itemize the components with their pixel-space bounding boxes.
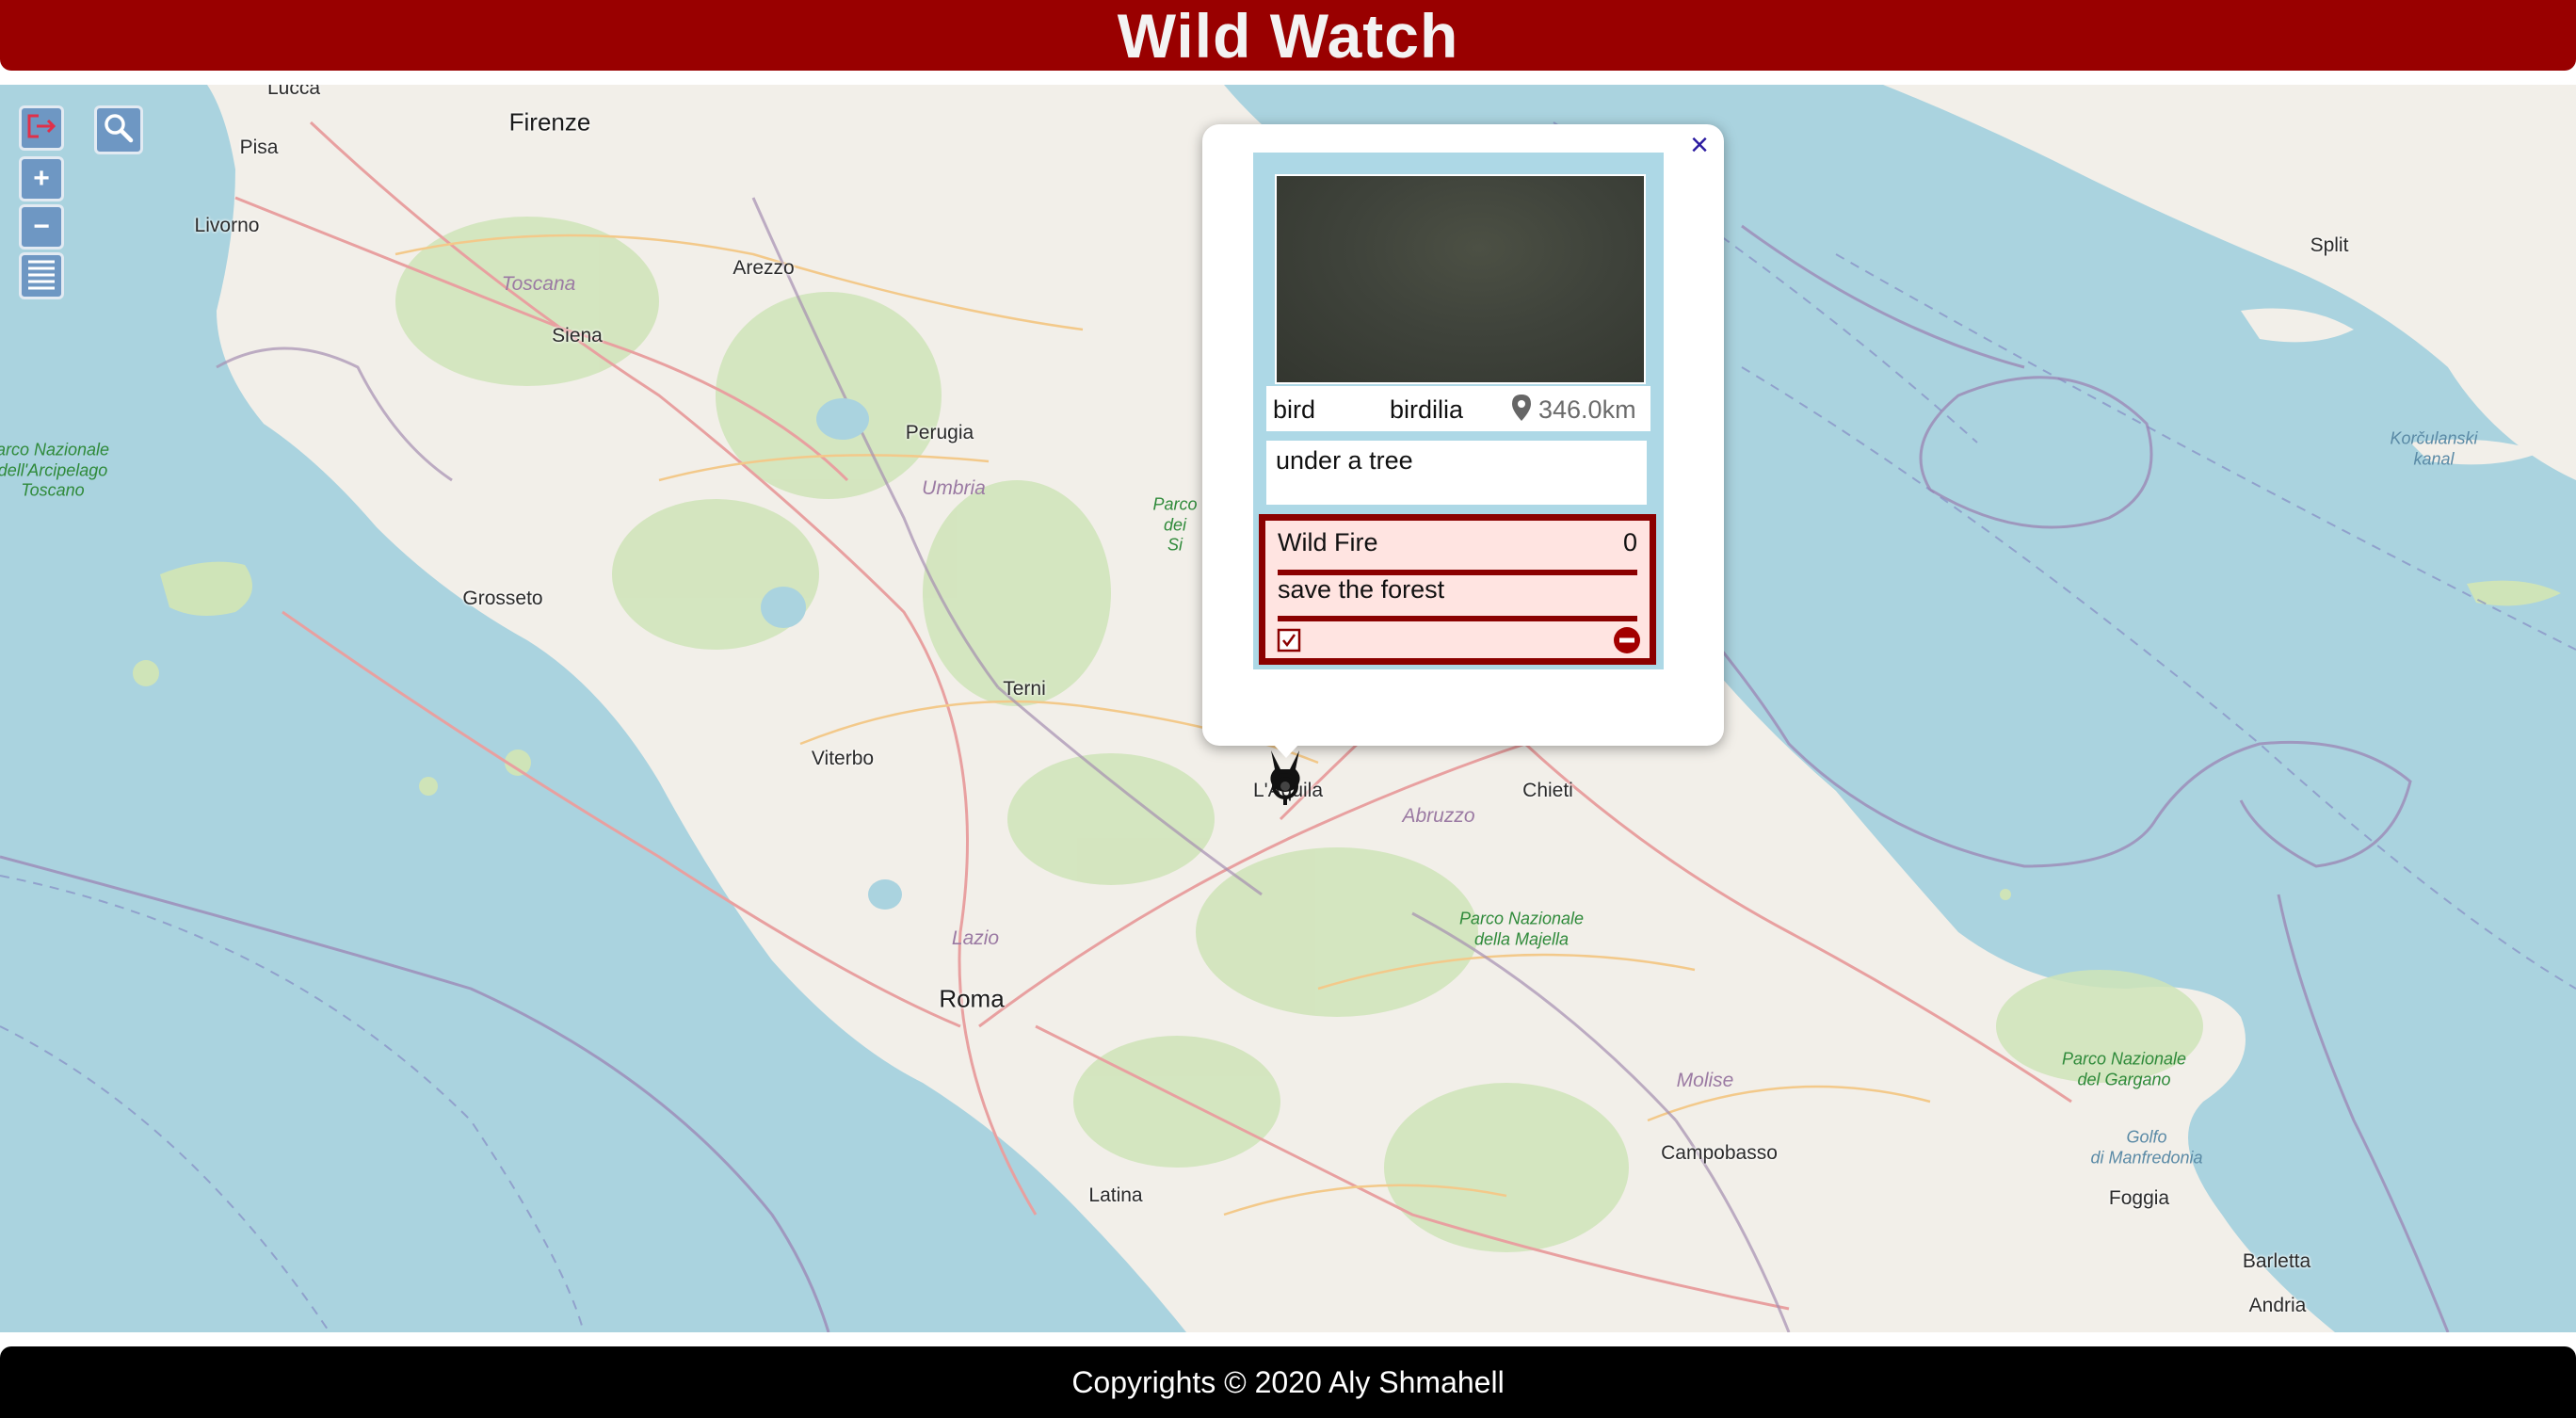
event-count: 0 [1622, 528, 1637, 556]
logout-icon [25, 112, 57, 145]
copyright-text: Copyrights © 2020 Aly Shmahell [1071, 1364, 1505, 1399]
event-header-row: Wild Fire 0 [1278, 528, 1637, 557]
place-park-arcipelago: arco Nazionale dell'Arcipelago Toscano [0, 440, 110, 500]
place-foggia: Foggia [2108, 1187, 2170, 1209]
place-siena: Siena [552, 325, 603, 346]
place-grosseto: Grosseto [462, 588, 543, 609]
zoom-in-button[interactable]: + [19, 156, 64, 201]
search-icon [103, 112, 135, 149]
place-korculanski: Korčulanski kanal [2390, 428, 2478, 468]
location-pin-icon [1511, 394, 1532, 428]
place-chieti: Chieti [1522, 780, 1573, 801]
event-card: Wild Fire 0 save the forest [1259, 514, 1656, 665]
zoom-in-label: + [33, 163, 50, 194]
sighting-distance: 346.0km [1538, 395, 1636, 424]
zoom-out-label: − [33, 211, 50, 242]
place-molise: Molise [1676, 1070, 1734, 1091]
event-title: Wild Fire [1278, 528, 1378, 556]
sighting-info-row: bird birdilia 346.0km [1266, 386, 1650, 431]
place-andria: Andria [2248, 1295, 2307, 1316]
sighting-photo [1275, 174, 1646, 384]
place-split: Split [2310, 234, 2349, 256]
place-roma: Roma [939, 984, 1005, 1013]
app-title: Wild Watch [1117, 0, 1459, 71]
place-barletta: Barletta [2242, 1250, 2311, 1272]
sighting-category: bird [1273, 395, 1316, 424]
list-icon [26, 258, 56, 295]
place-livorno: Livorno [194, 215, 260, 236]
search-button[interactable] [94, 105, 143, 154]
place-park-partial: Parco dei Si [1152, 494, 1198, 555]
place-campobasso: Campobasso [1661, 1142, 1778, 1164]
logout-button[interactable] [19, 105, 64, 151]
event-divider [1278, 616, 1637, 621]
place-park-gargano: Parco Nazionale del Gargano [2061, 1049, 2187, 1088]
place-golfo: Golfo di Manfredonia [2090, 1127, 2203, 1167]
place-perugia: Perugia [905, 422, 974, 443]
layers-button[interactable] [19, 252, 64, 299]
app-footer: Copyrights © 2020 Aly Shmahell [0, 1346, 2576, 1418]
sighting-name: birdilia [1390, 395, 1464, 424]
sighting-description: under a tree [1276, 446, 1413, 475]
app-header: Wild Watch [0, 0, 2576, 71]
event-description: save the forest [1278, 575, 1445, 604]
sighting-description-box: under a tree [1266, 435, 1647, 505]
place-latina: Latina [1088, 1184, 1143, 1206]
place-lucca: Lucca [266, 85, 321, 99]
place-firenze: Firenze [508, 107, 591, 137]
place-toscana: Toscana [501, 273, 576, 295]
place-viterbo: Viterbo [811, 748, 875, 769]
place-terni: Terni [1003, 678, 1046, 700]
place-pisa: Pisa [239, 137, 279, 158]
place-park-majella: Parco Nazionale della Majella [1458, 909, 1585, 948]
remove-icon[interactable] [1613, 626, 1641, 654]
popup-tip [1260, 730, 1312, 758]
place-umbria: Umbria [922, 477, 986, 499]
checkbox-icon[interactable] [1277, 628, 1301, 653]
place-lazio: Lazio [951, 927, 1000, 949]
place-arezzo: Arezzo [733, 257, 795, 279]
close-popup-button[interactable]: × [1682, 128, 1716, 162]
zoom-out-button[interactable]: − [19, 204, 64, 250]
place-abruzzo: Abruzzo [1402, 805, 1475, 827]
